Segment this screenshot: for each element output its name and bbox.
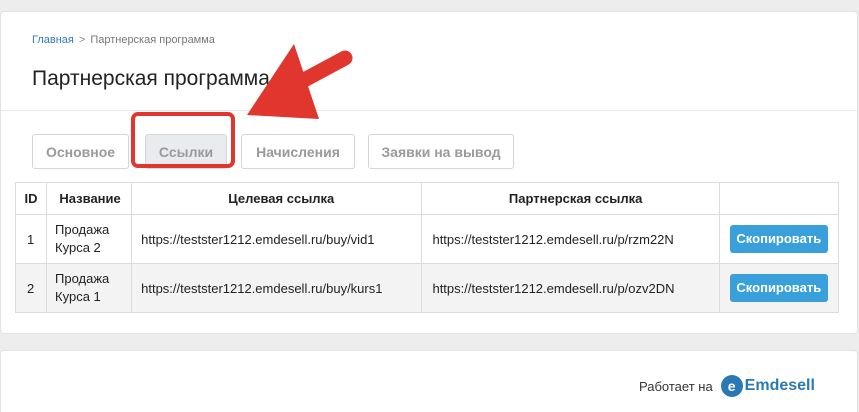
- column-header-id: ID: [14, 182, 48, 215]
- column-header-action: [718, 182, 840, 215]
- breadcrumb: Главная > Партнерская программа: [32, 34, 215, 46]
- links-table: ID Название Целевая ссылка Партнерская с…: [14, 182, 840, 313]
- column-header-partner-link: Партнерская ссылка: [421, 182, 720, 215]
- brand-link[interactable]: e Emdesell: [720, 375, 815, 397]
- row-name: Продажа Курса 2: [46, 214, 133, 264]
- breadcrumb-current: Партнерская программа: [90, 34, 215, 46]
- tab-accruals[interactable]: Начисления: [241, 134, 355, 169]
- row-partner-link: https://testster1212.emdesell.ru/p/ozv2D…: [421, 263, 720, 313]
- tab-main[interactable]: Основное: [32, 134, 129, 169]
- column-header-name: Название: [46, 182, 133, 215]
- row-action-cell: Скопировать: [718, 263, 840, 313]
- copy-button[interactable]: Скопировать: [729, 225, 828, 253]
- row-target-link: https://testster1212.emdesell.ru/buy/vid…: [131, 214, 423, 264]
- powered-by: Работает на e Emdesell: [639, 375, 815, 397]
- table-row: 2 Продажа Курса 1 https://testster1212.e…: [14, 263, 840, 313]
- powered-by-label: Работает на: [639, 378, 713, 394]
- page-title: Партнерская программа: [32, 67, 270, 90]
- emdesell-logo-icon: e: [720, 375, 743, 397]
- column-header-target-link: Целевая ссылка: [131, 182, 423, 215]
- breadcrumb-separator: >: [78, 34, 86, 46]
- copy-button[interactable]: Скопировать: [729, 274, 828, 302]
- row-partner-link: https://testster1212.emdesell.ru/p/rzm22…: [421, 214, 720, 264]
- row-id: 2: [14, 263, 48, 313]
- tab-withdrawals[interactable]: Заявки на вывод: [368, 134, 514, 169]
- footer-card: Работает на e Emdesell: [0, 350, 858, 412]
- breadcrumb-home-link[interactable]: Главная: [32, 34, 74, 46]
- table-header-row: ID Название Целевая ссылка Партнерская с…: [14, 182, 840, 215]
- row-action-cell: Скопировать: [718, 214, 840, 264]
- main-card: Главная > Партнерская программа Партнерска…: [0, 11, 858, 334]
- tab-links[interactable]: Ссылки: [145, 134, 227, 169]
- row-target-link: https://testster1212.emdesell.ru/buy/kur…: [131, 263, 423, 313]
- table-row: 1 Продажа Курса 2 https://testster1212.e…: [14, 214, 840, 264]
- header-divider: [1, 110, 857, 111]
- brand-name: Emdesell: [744, 377, 815, 394]
- row-id: 1: [14, 214, 48, 264]
- row-name: Продажа Курса 1: [46, 263, 133, 313]
